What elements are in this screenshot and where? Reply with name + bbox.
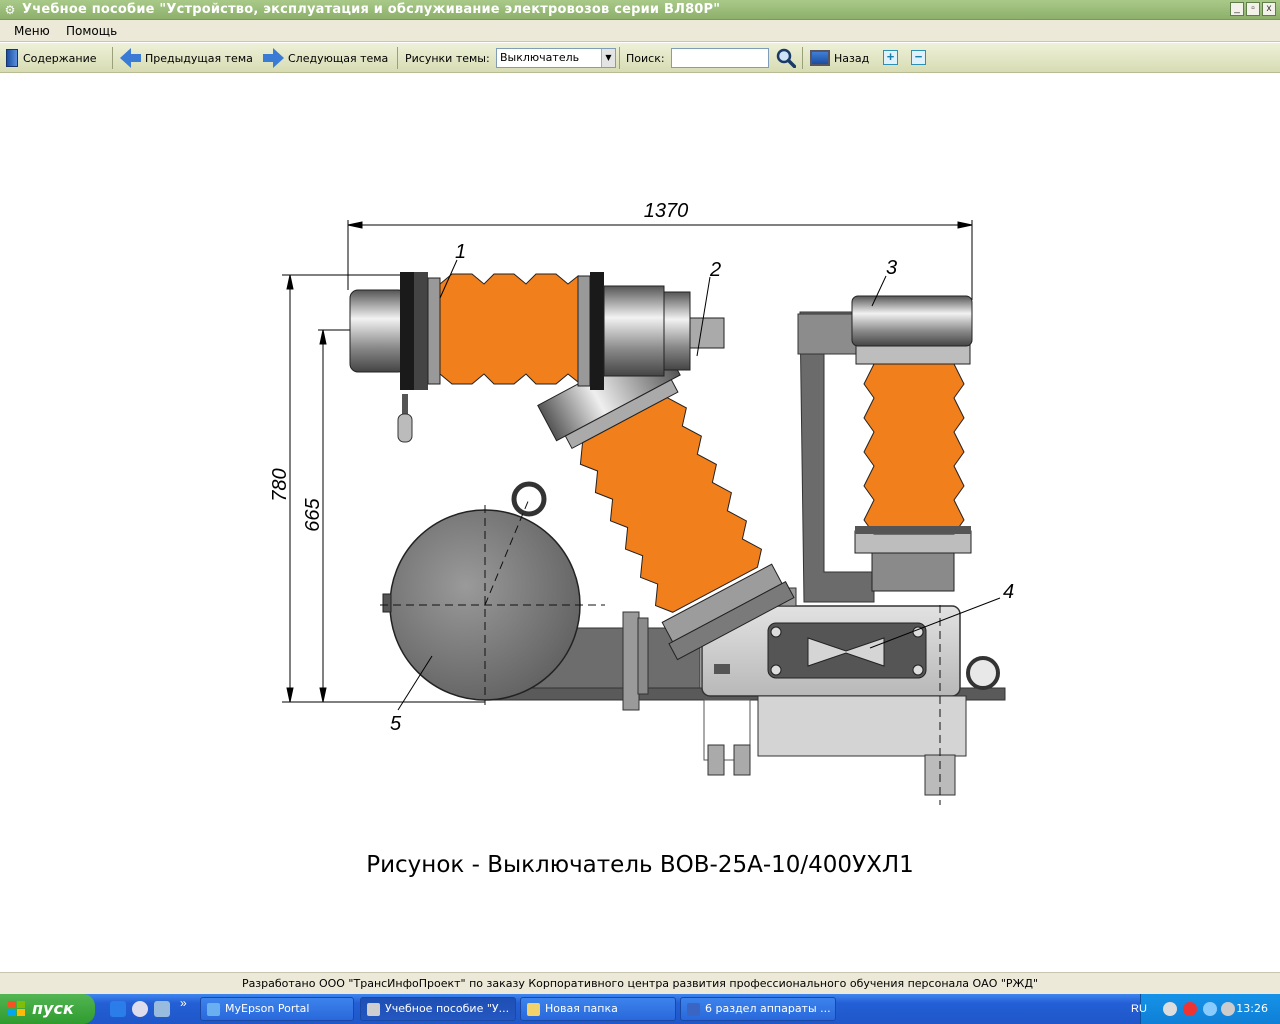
app-icon: ⚙: [4, 3, 16, 17]
gear-icon: [367, 1003, 380, 1016]
callout-1: 1: [455, 241, 466, 263]
dim-width-label: 1370: [644, 200, 689, 222]
zoom-in-icon[interactable]: +: [883, 50, 898, 65]
task-new-folder[interactable]: Новая папка: [520, 997, 676, 1021]
search-label: Поиск:: [626, 51, 665, 65]
menu-item-help[interactable]: Помощь: [66, 24, 117, 38]
task-textbook[interactable]: Учебное пособие "У...: [360, 997, 516, 1021]
chevron-right-icon[interactable]: »: [180, 996, 187, 1010]
next-topic-button[interactable]: Следующая тема: [263, 43, 388, 73]
ie-icon[interactable]: [110, 1001, 126, 1017]
callout-5: 5: [390, 713, 402, 735]
contents-label: Содержание: [23, 51, 97, 65]
globe-icon: [207, 1003, 220, 1016]
arrow-left-icon: [120, 48, 131, 68]
contents-button[interactable]: Содержание: [6, 43, 97, 73]
figures-select[interactable]: Выключатель ВОВ-25А-10/400УХЛ1 ▼: [496, 48, 616, 68]
close-button[interactable]: x: [1262, 2, 1276, 16]
antivirus-icon[interactable]: [1183, 1002, 1197, 1016]
window-title: Учебное пособие "Устройство, эксплуатаци…: [22, 2, 721, 17]
search-icon[interactable]: [776, 48, 796, 68]
taskbar: пуск » MyEpson Portal Учебное пособие "У…: [0, 994, 1280, 1024]
arrow-right-icon: [273, 48, 284, 68]
prev-topic-button[interactable]: Предыдущая тема: [120, 43, 253, 73]
menu-bar: Меню Помощь: [0, 20, 1280, 42]
media-player-icon[interactable]: [132, 1001, 148, 1017]
messenger-icon[interactable]: [154, 1001, 170, 1017]
back-button[interactable]: Назад: [810, 43, 869, 73]
book-icon: [6, 49, 18, 67]
menu-item-menu[interactable]: Меню: [14, 24, 50, 38]
toolbar-divider: [397, 47, 398, 69]
callout-2: 2: [709, 259, 721, 281]
start-button[interactable]: пуск: [0, 994, 95, 1024]
toolbar: Содержание Предыдущая тема Следующая тем…: [0, 43, 1280, 73]
back-label: Назад: [834, 51, 870, 65]
maximize-button[interactable]: ▫: [1246, 2, 1260, 16]
window-controls: _ ▫ x: [1230, 2, 1276, 16]
folder-icon: [527, 1003, 540, 1016]
word-icon: [687, 1003, 700, 1016]
windows-logo-icon: [8, 1001, 25, 1016]
drive-box: [701, 605, 1000, 805]
network-icon[interactable]: [1203, 1002, 1217, 1016]
figure-caption: Рисунок - Выключатель ВОВ-25А-10/400УХЛ1: [366, 852, 914, 878]
zoom-out-icon[interactable]: −: [911, 50, 926, 65]
callout-4: 4: [1003, 581, 1014, 603]
start-label: пуск: [32, 999, 74, 1018]
title-bar: ⚙ Учебное пособие "Устройство, эксплуата…: [0, 0, 1280, 20]
toolbar-divider: [112, 47, 113, 69]
minimize-button[interactable]: _: [1230, 2, 1244, 16]
toolbar-divider: [802, 47, 803, 69]
system-tray: RU 13:26: [1131, 994, 1280, 1024]
credits-footer: Разработано ООО "ТрансИнфоПроект" по зак…: [0, 972, 1280, 994]
search-input[interactable]: [671, 48, 769, 68]
back-arrow-icon[interactable]: [1163, 1002, 1177, 1016]
dim-height-axis-label: 665: [302, 497, 324, 531]
content-area: 1370 780 665 1 2 3 4 5 Рисунок - Выключа…: [0, 74, 1280, 972]
speaker-icon[interactable]: [1221, 1002, 1235, 1016]
language-indicator[interactable]: RU: [1131, 994, 1147, 1024]
prev-topic-label: Предыдущая тема: [145, 51, 253, 65]
dim-height-total-label: 780: [269, 468, 291, 501]
clock: 13:26: [1236, 1002, 1268, 1015]
chevron-down-icon[interactable]: ▼: [601, 49, 615, 67]
next-topic-label: Следующая тема: [288, 51, 389, 65]
figures-selected-value: Выключатель ВОВ-25А-10/400УХЛ1: [500, 51, 580, 64]
monitor-icon: [810, 50, 830, 66]
breaker-drawing: 1370 780 665 1 2 3 4 5: [269, 200, 1014, 805]
callout-3: 3: [886, 257, 897, 279]
figures-label: Рисунки темы:: [405, 51, 490, 65]
toolbar-divider: [619, 47, 620, 69]
task-myepson[interactable]: MyEpson Portal: [200, 997, 354, 1021]
vertical-insulator: [851, 295, 973, 592]
task-word-doc[interactable]: 6 раздел аппараты ...: [680, 997, 836, 1021]
